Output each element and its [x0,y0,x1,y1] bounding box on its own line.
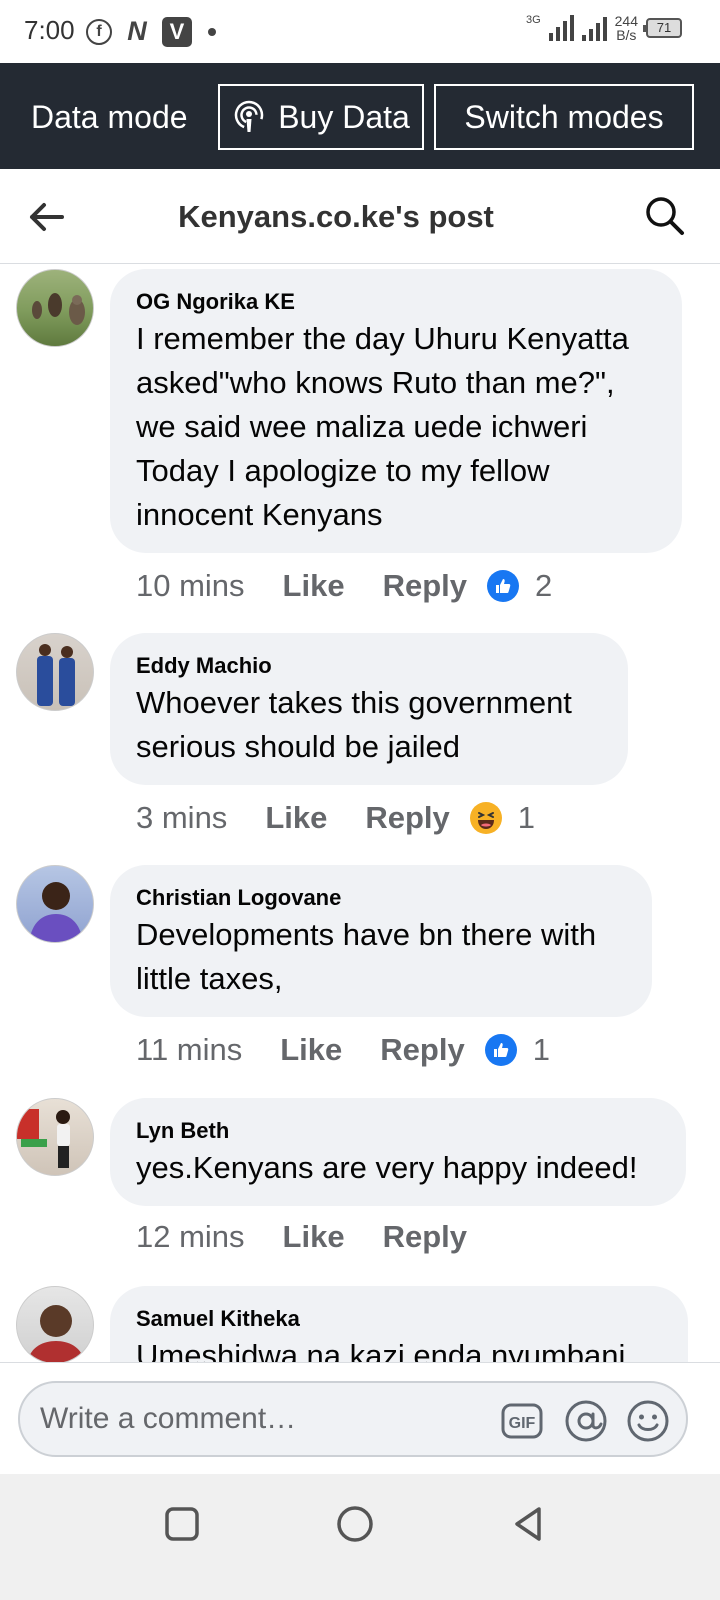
comment-time[interactable]: 10 mins [136,568,245,604]
comment-bubble[interactable]: Lyn Beth yes.Kenyans are very happy inde… [110,1098,686,1206]
avatar[interactable] [16,1286,94,1362]
comment-time[interactable]: 3 mins [136,800,227,836]
comment-actions: 11 mins Like Reply 1 [136,1032,550,1068]
reply-button[interactable]: Reply [383,568,467,604]
n-app-notification-icon: N [127,16,147,46]
comment-composer-area: GIF [0,1362,720,1474]
comment-actions: 10 mins Like Reply 2 [136,568,552,604]
buy-data-label: Buy Data [278,98,410,135]
avatar-image-people [37,644,75,706]
comment-text-line: serious should be jailed [136,729,460,764]
comment-text-line: little taxes, [136,961,283,996]
reply-button[interactable]: Reply [383,1219,467,1255]
reply-button[interactable]: Reply [380,1032,464,1068]
comment-text-line: innocent Kenyans [136,497,383,532]
comment-time[interactable]: 12 mins [136,1219,245,1255]
gif-icon[interactable]: GIF [500,1399,544,1443]
status-bar: 7:00 f N V 3G 244 B/s 71 [0,0,720,63]
avatar[interactable] [16,1098,94,1176]
status-time: 7:00 [24,15,75,45]
status-right-icons: 3G 244 B/s 71 [526,14,682,42]
data-mode-label: Data mode [31,99,188,135]
comment-text-line: Whoever takes this government [136,685,572,720]
reaction-count[interactable]: 2 [535,568,552,604]
search-icon[interactable] [644,195,686,237]
gif-label: GIF [509,1415,536,1432]
post-header: Kenyans.co.ke's post [0,169,720,264]
page-title: Kenyans.co.ke's post [178,199,494,234]
mention-icon[interactable] [564,1399,608,1443]
switch-modes-label: Switch modes [464,98,664,135]
data-mode-bar: Data mode Buy Data Switch modes [0,63,720,169]
comments-list: OG Ngorika KE I remember the day Uhuru K… [0,264,720,1362]
comment-composer[interactable]: GIF [18,1381,688,1457]
buy-data-button[interactable]: Buy Data [218,84,424,150]
network-speed-unit: B/s [616,27,637,43]
battery-level: 71 [656,20,672,35]
comment-author[interactable]: Samuel Kitheka [136,1304,662,1334]
network-type-label: 3G [525,13,541,26]
avatar[interactable] [16,269,94,347]
avatar[interactable] [16,865,94,943]
avatar-image-person [17,1109,70,1168]
avatar-image-animals [32,293,85,325]
signal-strength-2-icon [581,15,607,41]
comment-author[interactable]: Lyn Beth [136,1116,660,1146]
haha-reaction-icon[interactable] [469,802,502,834]
battery-icon: 71 [643,18,682,38]
comment-actions: 3 mins Like Reply 1 [136,800,535,836]
like-reaction-icon[interactable] [484,1034,517,1066]
comment-text-line: asked"who knows Ruto than me?", [136,365,615,400]
network-speed-value: 244 [614,13,638,29]
recent-apps-square-icon[interactable] [160,1502,204,1546]
more-notifications-dot-icon [208,27,216,36]
reaction-count[interactable]: 1 [533,1032,550,1068]
broadcast-icon [234,100,264,132]
switch-modes-button[interactable]: Switch modes [434,84,694,150]
comment-author[interactable]: Eddy Machio [136,651,602,681]
system-navigation-bar [0,1474,720,1600]
comment-input[interactable] [40,1397,480,1441]
comment-author[interactable]: Christian Logovane [136,883,626,913]
notification-icons: f N V [86,16,216,47]
home-circle-icon[interactable] [333,1502,377,1546]
comment-bubble[interactable]: Christian Logovane Developments have bn … [110,865,652,1017]
avatar-image-person [27,1305,85,1362]
comment-time[interactable]: 11 mins [136,1032,242,1068]
comment-text-line: I remember the day Uhuru Kenyatta [136,321,629,356]
comment-author[interactable]: OG Ngorika KE [136,287,656,317]
comment-actions: 12 mins Like Reply [136,1219,487,1255]
like-reaction-icon[interactable] [487,570,519,602]
comment-text-line: Today I apologize to my fellow [136,453,550,488]
comment-bubble[interactable]: OG Ngorika KE I remember the day Uhuru K… [110,269,682,553]
network-speed: 244 B/s [615,14,638,42]
reaction-count[interactable]: 1 [518,800,535,836]
avatar[interactable] [16,633,94,711]
like-button[interactable]: Like [283,568,345,604]
signal-strength-icon [548,15,574,41]
facebook-notification-icon: f [86,18,112,45]
like-button[interactable]: Like [265,800,327,836]
comment-bubble[interactable]: Samuel Kitheka Umeshidwa na kazi enda ny… [110,1286,688,1362]
comment-text-line: yes.Kenyans are very happy indeed! [136,1150,638,1185]
like-button[interactable]: Like [283,1219,345,1255]
comment-text-line: Developments have bn there with [136,917,597,952]
back-triangle-icon[interactable] [506,1502,550,1546]
comment-text-line: Umeshidwa na kazi enda nyumbani [136,1338,626,1362]
comment-bubble[interactable]: Eddy Machio Whoever takes this governmen… [110,633,628,785]
v-app-notification-icon: V [162,16,192,47]
comment-text-line: we said wee maliza uede ichweri [136,409,588,444]
avatar-image-person [29,882,83,942]
reply-button[interactable]: Reply [365,800,449,836]
like-button[interactable]: Like [280,1032,342,1068]
emoji-icon[interactable] [626,1399,670,1443]
